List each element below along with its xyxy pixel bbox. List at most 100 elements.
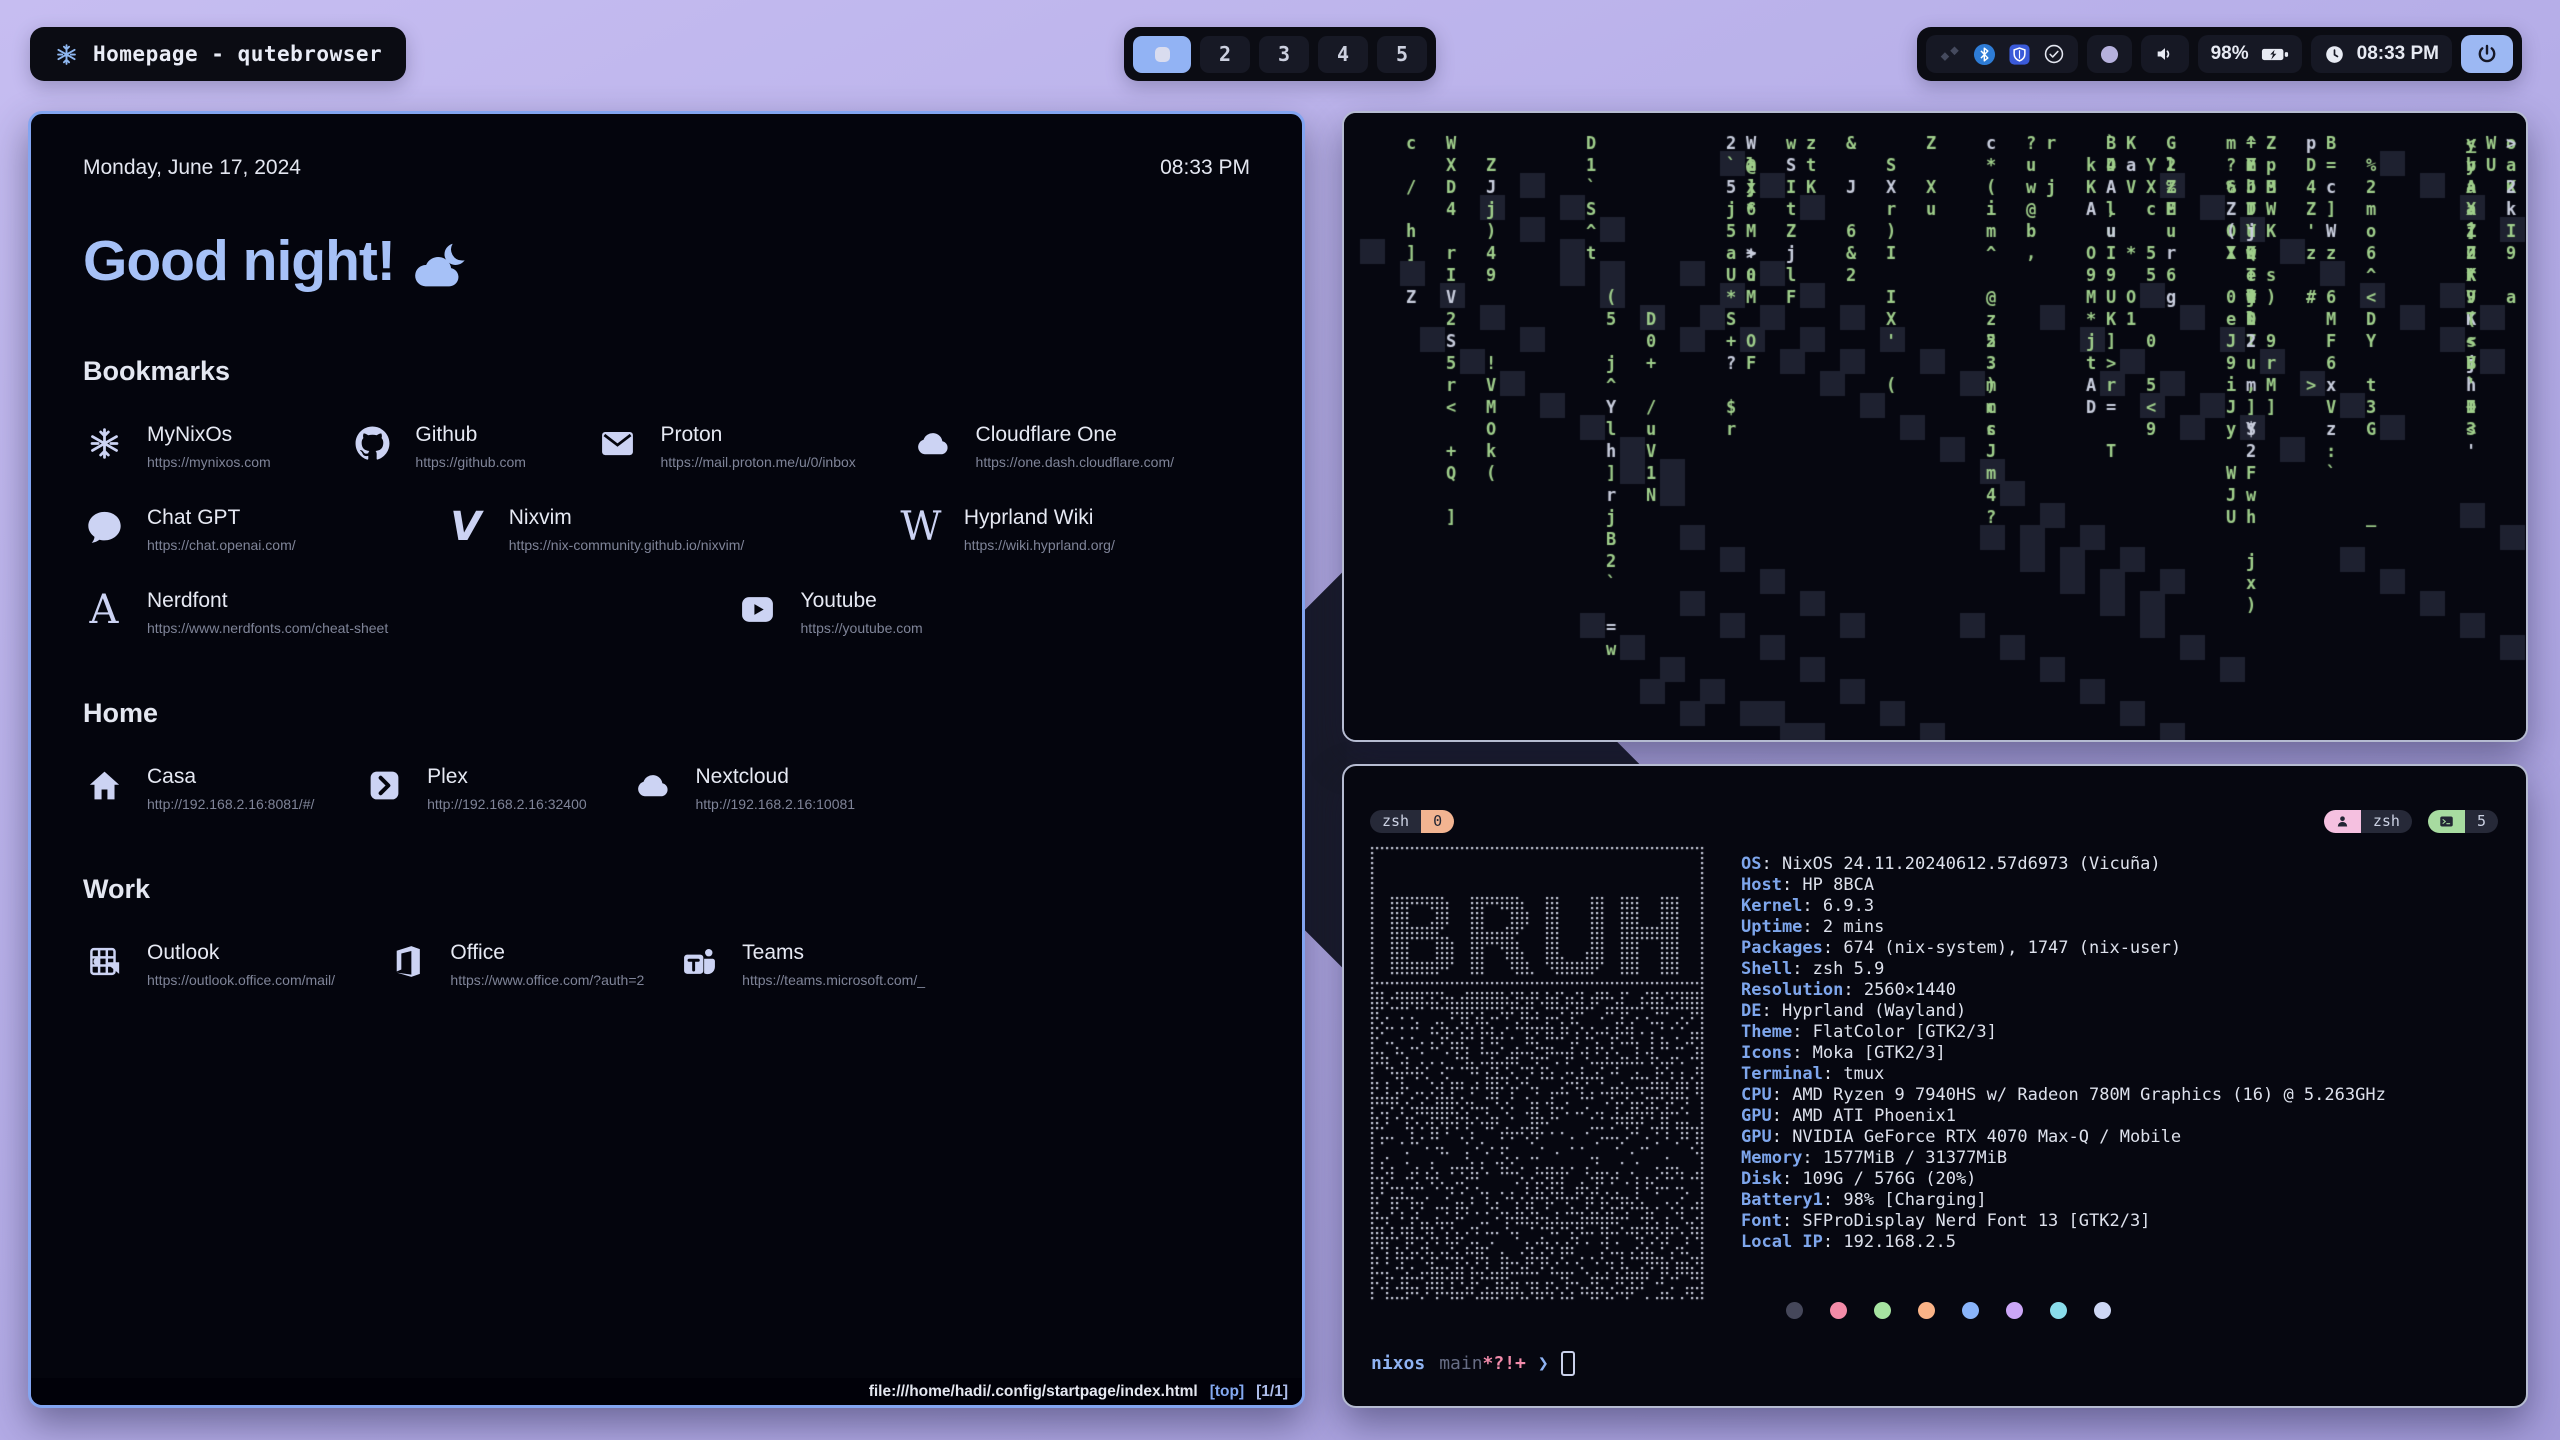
tmux-session-name: zsh [1370,810,1421,833]
fastfetch-value: : AMD ATI Phoenix1 [1772,1106,1956,1126]
bookmark-text: Plexhttp://192.168.2.16:32400 [427,765,587,812]
bookmark-url: https://www.office.com/?auth=2 [450,972,644,988]
bookmark-name: Plex [427,765,587,789]
fastfetch-label: Kernel [1741,896,1802,916]
qutebrowser-window[interactable]: Monday, June 17, 2024 08:33 PM Good nigh… [28,111,1305,1408]
bookmark-plex[interactable]: Plexhttp://192.168.2.16:32400 [363,765,631,812]
statusbar-url: file:///home/hadi/.config/startpage/inde… [869,1383,1198,1401]
bookmark-text: Hyprland Wikihttps://wiki.hyprland.org/ [964,506,1115,553]
bookmark-outlook[interactable]: Outlookhttps://outlook.office.com/mail/ [83,941,386,988]
bookmark-text: Outlookhttps://outlook.office.com/mail/ [147,941,335,988]
fastfetch-line-disk: Disk: 109G / 576G (20%) [1741,1169,2386,1190]
tmux-user-segment: zsh [2324,810,2412,833]
fastfetch-line-resolution: Resolution: 2560×1440 [1741,980,2386,1001]
bookmark-url: https://youtube.com [801,620,923,636]
fastfetch-label: DE [1741,1001,1761,1021]
bookmark-row: ANerdfonthttps://www.nerdfonts.com/cheat… [83,589,1250,636]
tray-record-indicator[interactable] [2087,35,2132,73]
bookmark-mynixos[interactable]: MyNixOshttps://mynixos.com [83,423,351,470]
battery-charging-icon [2261,46,2289,63]
terminal-color-palette [1786,1302,2111,1319]
fastfetch-value: : NixOS 24.11.20240612.57d6973 (Vicuña) [1761,854,2160,874]
fastfetch-label: GPU [1741,1127,1772,1147]
workspace-3[interactable]: 3 [1259,36,1309,73]
bookmark-casa[interactable]: Casahttp://192.168.2.16:8081/#/ [83,765,363,812]
workspace-2[interactable]: 2 [1200,36,1250,73]
section-home: HomeCasahttp://192.168.2.16:8081/#/Plexh… [83,698,1250,812]
active-workspace-dot [1155,47,1170,62]
fastfetch-value: : tmux [1823,1064,1884,1084]
bookmark-nextcloud[interactable]: Nextcloud http://192.168.2.16:10081 [631,765,1250,812]
fastfetch-value: : FlatColor [GTK2/3] [1792,1022,1997,1042]
fastfetch-line-cpu: CPU: AMD Ryzen 9 7940HS w/ Radeon 780M G… [1741,1085,2386,1106]
terminal-cursor [1561,1351,1575,1376]
bookmark-hyprland-wiki[interactable]: W Hyprland Wikihttps://wiki.hyprland.org/ [900,506,1250,553]
bookmark-name: Nextcloud [695,765,855,789]
bookmark-github[interactable]: Githubhttps://github.com [351,423,596,470]
tmux-window-count: 5 [2465,810,2498,833]
prompt-git-branch: main [1439,1353,1482,1374]
bookmark-url: https://www.nerdfonts.com/cheat-sheet [147,620,388,636]
startpage-date: Monday, June 17, 2024 [83,156,301,180]
fastfetch-value: : 6.9.3 [1802,896,1874,916]
terminal-icon-wrap [2428,810,2465,833]
bookmark-nerdfont[interactable]: ANerdfonthttps://www.nerdfonts.com/cheat… [83,589,737,636]
letter-w-icon: W [900,508,942,546]
bookmark-text: Protonhttps://mail.proton.me/u/0/inbox [660,423,855,470]
bookmark-youtube[interactable]: Youtube https://youtube.com [737,589,1250,636]
fetch-terminal-window[interactable]: zsh 0 zsh 5 [1342,764,2528,1408]
fastfetch-label: Memory [1741,1148,1802,1168]
fastfetch-value: : HP 8BCA [1782,875,1874,895]
statusbar-tab-index: [1/1] [1256,1383,1288,1401]
fastfetch-line-font: Font: SFProDisplay Nerd Font 13 [GTK2/3] [1741,1211,2386,1232]
bookmark-url: https://mail.proton.me/u/0/inbox [660,454,855,470]
matrix-terminal-window[interactable] [1342,111,2528,742]
statusbar-scroll-position: [top] [1210,1383,1244,1401]
fastfetch-value: : zsh 5.9 [1792,959,1884,979]
fastfetch-label: OS [1741,854,1761,874]
tray-battery[interactable]: 98% [2198,35,2302,73]
fastfetch-line-icons: Icons: Moka [GTK2/3] [1741,1043,2386,1064]
workspace-4[interactable]: 4 [1318,36,1368,73]
workspace-1-active[interactable] [1133,36,1191,73]
bookmark-url: http://192.168.2.16:10081 [695,796,855,812]
bookmark-text: Githubhttps://github.com [415,423,526,470]
fastfetch-label: Battery1 [1741,1190,1823,1210]
bookmark-row: Casahttp://192.168.2.16:8081/#/Plexhttp:… [83,765,1250,812]
bookmark-text: MyNixOshttps://mynixos.com [147,423,271,470]
tmux-window-tab[interactable]: zsh 0 [1370,810,1454,833]
fastfetch-label: Font [1741,1211,1782,1231]
bookmark-proton[interactable]: Protonhttps://mail.proton.me/u/0/inbox [596,423,911,470]
bookmark-name: Youtube [801,589,923,613]
bookmark-teams[interactable]: Teamshttps://teams.microsoft.com/_ [678,941,1250,988]
bookmark-row: MyNixOshttps://mynixos.com Githubhttps://… [83,423,1250,470]
shell-prompt[interactable]: nixos main *?!+ ❯ [1371,1351,1575,1376]
fastfetch-value: : 674 (nix-system), 1747 (nix-user) [1823,938,2181,958]
workspace-5[interactable]: 5 [1377,36,1427,73]
envelope-icon [596,425,638,462]
tray-volume[interactable] [2141,35,2189,73]
house-icon [83,767,125,804]
bookmark-name: Office [450,941,644,965]
letter-v-icon: V [445,508,487,546]
tray-status-icons[interactable] [1926,35,2078,73]
clock-icon [2324,44,2345,65]
shield-vault-icon [2008,43,2031,66]
bookmark-chat-gpt[interactable]: Chat GPThttps://chat.openai.com/ [83,506,445,553]
bookmark-nixvim[interactable]: VNixvimhttps://nix-community.github.io/n… [445,506,900,553]
fastfetch-label: Resolution [1741,980,1843,1000]
youtube-play-icon [737,591,779,628]
bookmark-cloudflare-one[interactable]: Cloudflare Onehttps://one.dash.cloudflar… [912,423,1250,470]
bookmark-name: Nixvim [509,506,745,530]
cloud-icon [912,425,954,462]
battery-percent: 98% [2211,43,2249,65]
bookmark-office[interactable]: Office https://www.office.com/?auth=2 [386,941,678,988]
fastfetch-info: OS: NixOS 24.11.20240612.57d6973 (Vicuña… [1741,854,2386,1253]
bruh-ascii-art [1370,846,1706,1304]
fastfetch-value: : 98% [Charging] [1823,1190,1987,1210]
fastfetch-value: : 2 mins [1802,917,1884,937]
section-title-home: Home [83,698,1250,729]
power-button[interactable] [2461,35,2513,73]
tray-clock[interactable]: 08:33 PM [2311,35,2452,73]
fastfetch-label: Terminal [1741,1064,1823,1084]
